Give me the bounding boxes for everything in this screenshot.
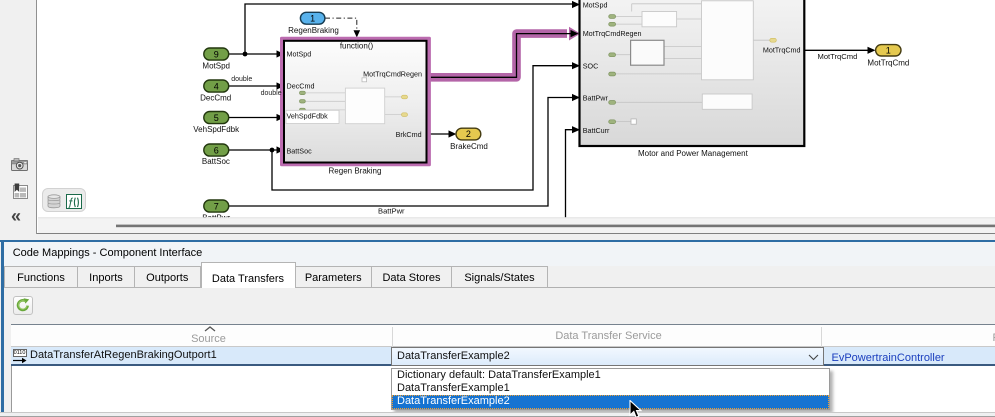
svg-text:BattPwr: BattPwr	[583, 93, 609, 102]
svg-text:MotSpd: MotSpd	[583, 0, 608, 9]
svg-text:MotTrqCmdRegen: MotTrqCmdRegen	[363, 69, 422, 78]
svg-text:1: 1	[886, 46, 891, 56]
svg-text:Regen Braking: Regen Braking	[329, 166, 382, 175]
svg-text:6: 6	[214, 145, 219, 155]
svg-text:2: 2	[466, 129, 471, 139]
svg-text:BrakeCmd: BrakeCmd	[450, 142, 488, 151]
svg-text:MotTrqCmd: MotTrqCmd	[763, 45, 801, 54]
svg-text:MotSpd: MotSpd	[202, 62, 230, 71]
svg-text:Motor and Power Management: Motor and Power Management	[638, 149, 749, 158]
svg-text:MotTrqCmd: MotTrqCmd	[867, 59, 909, 68]
svg-text:RegenBraking: RegenBraking	[288, 26, 339, 35]
svg-text:MotTrqCmd: MotTrqCmd	[818, 52, 858, 61]
svg-text:SOC: SOC	[583, 62, 599, 71]
svg-text:7: 7	[214, 201, 219, 211]
svg-text:DecCmd: DecCmd	[200, 93, 231, 102]
svg-text:BattPwr: BattPwr	[378, 207, 405, 216]
svg-text:MotTrqCmdRegen: MotTrqCmdRegen	[583, 29, 642, 38]
svg-text:5: 5	[214, 113, 219, 123]
svg-text:BattSoc: BattSoc	[287, 146, 313, 155]
svg-text:MotSpd: MotSpd	[287, 49, 312, 58]
svg-text:9: 9	[214, 49, 219, 59]
svg-text:VehSpdFdbk: VehSpdFdbk	[193, 125, 240, 134]
svg-text:1: 1	[310, 13, 315, 23]
svg-text:BattSoc: BattSoc	[202, 157, 230, 166]
svg-text:BattCurr: BattCurr	[583, 126, 610, 135]
svg-text:4: 4	[214, 81, 219, 91]
svg-text:VehSpdFdbk: VehSpdFdbk	[287, 112, 329, 121]
svg-text:DecCmd: DecCmd	[287, 81, 315, 90]
svg-text:function(): function()	[340, 42, 374, 51]
svg-text:BrkCmd: BrkCmd	[396, 130, 422, 139]
svg-text:double: double	[231, 76, 252, 83]
svg-text:double: double	[261, 90, 282, 97]
